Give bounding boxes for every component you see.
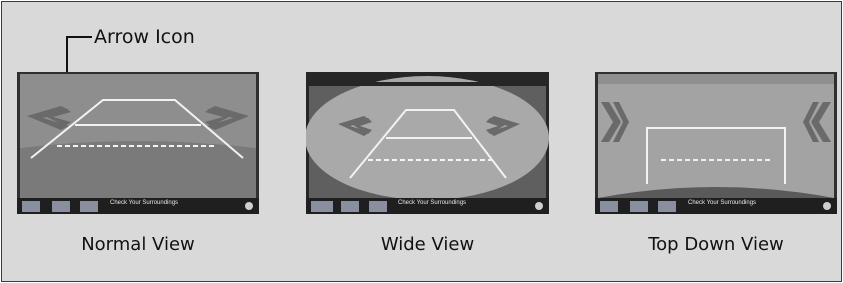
top-down-view-screen: Check Your Surroundings <box>595 72 837 214</box>
normal-view-icon[interactable] <box>22 201 40 212</box>
callout-leader-horizontal <box>66 36 92 38</box>
normal-view-icon[interactable] <box>311 201 333 212</box>
wide-view-icon[interactable] <box>630 201 648 212</box>
status-bar-text: Check Your Surroundings <box>688 200 757 206</box>
wide-view-caption: Wide View <box>380 234 475 255</box>
top-down-view-icon[interactable] <box>80 201 98 212</box>
normal-view-icon[interactable] <box>600 201 618 212</box>
top-down-view-icon[interactable] <box>658 201 676 212</box>
camera-settings-icon[interactable] <box>243 200 255 212</box>
normal-view-screen: Check Your Surroundings <box>17 72 259 214</box>
top-down-view-icon[interactable] <box>369 201 387 212</box>
wide-view-icon[interactable] <box>52 201 70 212</box>
top-down-view-caption: Top Down View <box>648 234 784 255</box>
camera-settings-icon[interactable] <box>821 200 833 212</box>
status-bar-text: Check Your Surroundings <box>398 200 467 206</box>
normal-view-caption: Normal View <box>81 234 195 255</box>
wide-view-screen: Check Your Surroundings <box>306 72 549 214</box>
arrow-icon-callout-label: Arrow Icon <box>94 26 195 48</box>
wide-view-icon[interactable] <box>341 201 359 212</box>
status-bar-text: Check Your Surroundings <box>110 200 179 206</box>
camera-settings-icon[interactable] <box>533 200 545 212</box>
